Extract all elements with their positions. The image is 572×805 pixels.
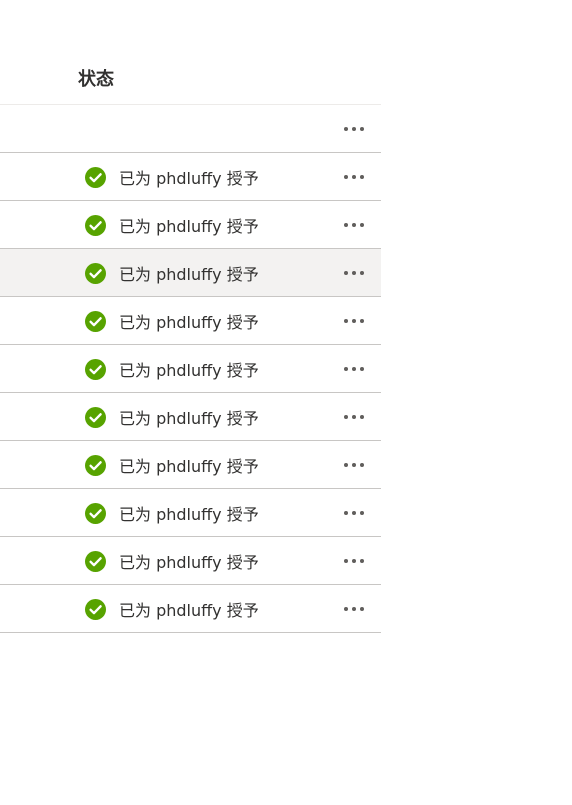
status-cell: 已为 phdluffy 授予 bbox=[85, 261, 259, 285]
more-horizontal-icon bbox=[342, 223, 366, 227]
table-row[interactable]: 已为 phdluffy 授予 bbox=[0, 537, 381, 585]
more-options-button[interactable] bbox=[336, 356, 372, 382]
status-cell: 已为 phdluffy 授予 bbox=[85, 309, 259, 333]
table-body: 已为 phdluffy 授予 已为 phdluffy 授予 已为 phdluffy … bbox=[0, 105, 381, 633]
status-cell: 已为 phdluffy 授予 bbox=[85, 597, 259, 621]
check-circle-icon bbox=[85, 358, 106, 380]
check-circle-icon bbox=[85, 598, 106, 620]
status-text: 已为 phdluffy 授予 bbox=[119, 217, 259, 236]
more-horizontal-icon bbox=[342, 463, 366, 467]
status-text: 已为 phdluffy 授予 bbox=[119, 361, 259, 380]
status-cell: 已为 phdluffy 授予 bbox=[85, 165, 259, 189]
status-text: 已为 phdluffy 授予 bbox=[119, 505, 259, 524]
permissions-table: ： 状态 已为 phdluffy 授予已为 phdluffy 授予已为 phdl… bbox=[0, 52, 381, 633]
status-text: 已为 phdluffy 授予 bbox=[119, 601, 259, 620]
check-circle-icon bbox=[85, 550, 106, 572]
table-header: ： 状态 bbox=[0, 52, 381, 105]
table-row[interactable]: 已为 phdluffy 授予 bbox=[0, 585, 381, 633]
status-cell: 已为 phdluffy 授予 bbox=[85, 501, 259, 525]
more-options-button[interactable] bbox=[336, 116, 372, 142]
column-header-partial[interactable]: ： bbox=[0, 66, 10, 91]
status-text: 已为 phdluffy 授予 bbox=[119, 313, 259, 332]
column-header-status[interactable]: 状态 bbox=[78, 65, 114, 91]
more-options-button[interactable] bbox=[336, 212, 372, 238]
table-row[interactable]: 已为 phdluffy 授予 bbox=[0, 489, 381, 537]
more-options-button[interactable] bbox=[336, 452, 372, 478]
check-circle-icon bbox=[85, 262, 106, 284]
status-cell: 已为 phdluffy 授予 bbox=[85, 549, 259, 573]
more-horizontal-icon bbox=[342, 415, 366, 419]
check-circle-icon bbox=[85, 214, 106, 236]
status-text: 已为 phdluffy 授予 bbox=[119, 169, 259, 188]
check-circle-icon bbox=[85, 310, 106, 332]
more-options-button[interactable] bbox=[336, 260, 372, 286]
status-text: 已为 phdluffy 授予 bbox=[119, 553, 259, 572]
check-circle-icon bbox=[85, 406, 106, 428]
status-cell: 已为 phdluffy 授予 bbox=[85, 213, 259, 237]
check-circle-icon bbox=[85, 502, 106, 524]
more-horizontal-icon bbox=[342, 319, 366, 323]
more-horizontal-icon bbox=[342, 271, 366, 275]
check-circle-icon bbox=[85, 166, 106, 188]
table-row[interactable] bbox=[0, 105, 381, 153]
table-row[interactable]: 已为 phdluffy 授予 bbox=[0, 153, 381, 201]
table-row[interactable]: 已为 phdluffy 授予 bbox=[0, 345, 381, 393]
more-horizontal-icon bbox=[342, 367, 366, 371]
table-row[interactable]: 已为 phdluffy 授予 bbox=[0, 441, 381, 489]
table-row[interactable]: 已为 phdluffy 授予 bbox=[0, 297, 381, 345]
more-horizontal-icon bbox=[342, 559, 366, 563]
more-options-button[interactable] bbox=[336, 500, 372, 526]
more-horizontal-icon bbox=[342, 607, 366, 611]
more-horizontal-icon bbox=[342, 127, 366, 131]
more-options-button[interactable] bbox=[336, 404, 372, 430]
check-circle-icon bbox=[85, 454, 106, 476]
more-options-button[interactable] bbox=[336, 548, 372, 574]
status-cell: 已为 phdluffy 授予 bbox=[85, 357, 259, 381]
table-row[interactable]: 已为 phdluffy 授予 bbox=[0, 201, 381, 249]
status-text: 已为 phdluffy 授予 bbox=[119, 265, 259, 284]
status-text: 已为 phdluffy 授予 bbox=[119, 409, 259, 428]
more-options-button[interactable] bbox=[336, 164, 372, 190]
more-options-button[interactable] bbox=[336, 596, 372, 622]
more-options-button[interactable] bbox=[336, 308, 372, 334]
status-cell: 已为 phdluffy 授予 bbox=[85, 453, 259, 477]
more-horizontal-icon bbox=[342, 511, 366, 515]
status-text: 已为 phdluffy 授予 bbox=[119, 457, 259, 476]
table-row[interactable]: 已为 phdluffy 授予 bbox=[0, 249, 381, 297]
more-horizontal-icon bbox=[342, 175, 366, 179]
status-cell: 已为 phdluffy 授予 bbox=[85, 405, 259, 429]
table-row[interactable]: 已为 phdluffy 授予 bbox=[0, 393, 381, 441]
